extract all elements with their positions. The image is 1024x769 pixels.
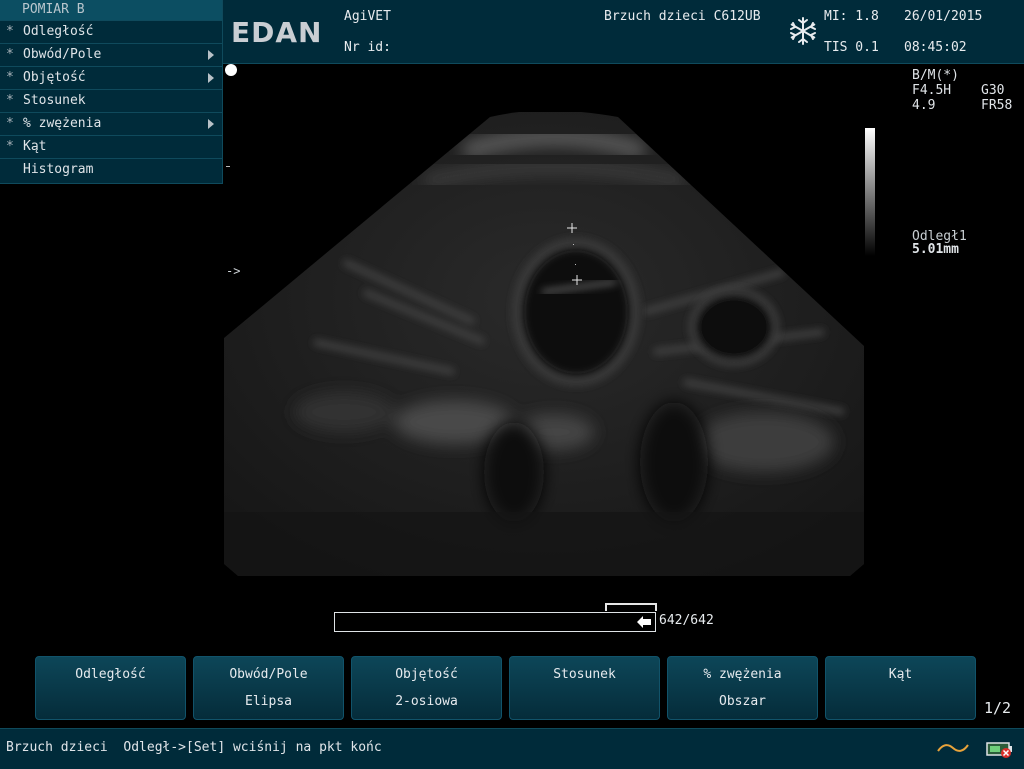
gain-readout: G30 (981, 83, 1005, 98)
softkey-ratio[interactable]: Stosunek (509, 656, 660, 720)
ultrasound-image[interactable] (224, 112, 864, 578)
patient-id-label: Nr id: (344, 40, 391, 55)
softkey-perimeter-area[interactable]: Obwód/Pole Elipsa (193, 656, 344, 720)
menu-item-label: Histogram (23, 162, 94, 177)
menu-item-label: Stosunek (23, 93, 86, 108)
softkey-volume[interactable]: Objętość 2-osiowa (351, 656, 502, 720)
menu-item-histogram[interactable]: Histogram (0, 158, 222, 181)
menu-item-angle[interactable]: * Kąt (0, 135, 222, 158)
softkey-label: Kąt (888, 667, 913, 682)
cine-progress-bar[interactable] (334, 612, 656, 632)
softkey-stenosis[interactable]: % zwężenia Obszar (667, 656, 818, 720)
measurement-value: 5.01mm (912, 242, 959, 257)
status-message: Brzuch dzieci Odległ->[Set] wciśnij na p… (6, 740, 382, 755)
imaging-mode: B/M(*) (912, 68, 959, 83)
menu-item-label: % zwężenia (23, 116, 102, 131)
brand-logo: EDAN (231, 16, 323, 49)
grayscale-bar (865, 128, 875, 256)
menu-item-star: * (6, 116, 14, 131)
menu-item-distance[interactable]: * Odległość (0, 20, 222, 43)
app-name: AgiVET (344, 9, 391, 24)
frame-rate-readout: FR58 (981, 98, 1013, 113)
softkey-label: Stosunek (553, 667, 616, 682)
page-indicator[interactable]: 1/2 (984, 699, 1011, 717)
menu-item-label: Odległość (23, 24, 94, 39)
softkey-label: % zwężenia (703, 667, 782, 682)
softkey-distance[interactable]: Odległość (35, 656, 186, 720)
measure-menu: POMIAR B * Odległość * Obwód/Pole * Obję… (0, 0, 223, 184)
menu-item-stenosis[interactable]: * % zwężenia (0, 112, 222, 135)
cine-marker (605, 603, 657, 611)
submenu-arrow-icon (208, 50, 214, 60)
softkey-sublabel: Elipsa (245, 694, 292, 709)
menu-item-ratio[interactable]: * Stosunek (0, 89, 222, 112)
menu-item-label: Kąt (23, 139, 47, 154)
mi-readout: MI: 1.8 (824, 9, 879, 24)
softkey-label: Obwód/Pole (229, 667, 308, 682)
menu-item-star: * (6, 139, 14, 154)
menu-title: POMIAR B (0, 0, 222, 20)
submenu-arrow-icon (208, 73, 214, 83)
menu-item-star: * (6, 24, 14, 39)
menu-item-star: * (6, 93, 14, 108)
snowflake-icon (788, 16, 818, 50)
softkey-angle[interactable]: Kąt (825, 656, 976, 720)
tis-readout: TIS 0.1 (824, 40, 879, 55)
time-readout: 08:45:02 (904, 40, 967, 55)
status-bar: Brzuch dzieci Odległ->[Set] wciśnij na p… (0, 728, 1024, 769)
menu-item-star: * (6, 47, 14, 62)
depth-readout: 4.9 (912, 98, 936, 113)
frequency-readout: F4.5H (912, 83, 952, 98)
menu-item-label: Objętość (23, 70, 86, 85)
menu-item-volume[interactable]: * Objętość (0, 66, 222, 89)
cine-frame-counter: 642/642 (659, 613, 714, 628)
softkey-sublabel: 2-osiowa (395, 694, 458, 709)
softkey-label: Objętość (395, 667, 458, 682)
menu-item-star: * (6, 70, 14, 85)
trackball-icon (937, 741, 969, 759)
menu-item-label: Obwód/Pole (23, 47, 102, 62)
softkey-sublabel: Obszar (719, 694, 766, 709)
focus-marker (225, 64, 237, 76)
menu-title-label: POMIAR B (22, 2, 85, 17)
battery-icon (985, 739, 1015, 763)
exam-preset: Brzuch dzieci C612UB (604, 9, 761, 24)
rewind-icon[interactable] (637, 616, 651, 628)
softkey-label: Odległość (75, 667, 146, 682)
date-readout: 26/01/2015 (904, 9, 983, 24)
submenu-arrow-icon (208, 119, 214, 129)
menu-item-perimeter-area[interactable]: * Obwód/Pole (0, 43, 222, 66)
